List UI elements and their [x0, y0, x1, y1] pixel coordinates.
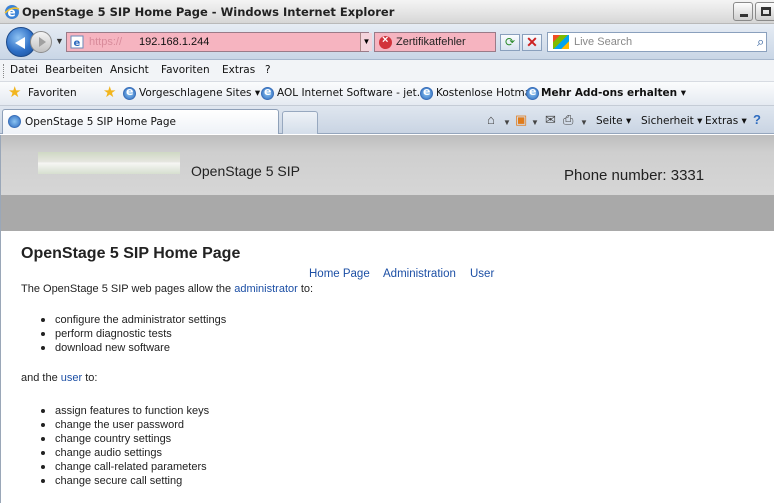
page-icon: e	[70, 35, 84, 49]
menu-file[interactable]: Datei	[10, 64, 38, 76]
print-dropdown-icon[interactable]: ▼	[580, 116, 595, 130]
admin-intro: The OpenStage 5 SIP web pages allow the …	[21, 283, 313, 295]
stop-button[interactable]: ✕	[522, 34, 542, 51]
list-item: download new software	[41, 341, 226, 355]
menu-bar: Datei Bearbeiten Ansicht Favoriten Extra…	[0, 60, 774, 82]
title-bar: e OpenStage 5 SIP Home Page - Windows In…	[0, 0, 774, 24]
live-search-icon	[553, 35, 569, 49]
mail-icon[interactable]: ✉	[545, 113, 560, 127]
address-host: 192.168.1.244	[139, 36, 210, 48]
site-logo	[38, 152, 180, 174]
toolbar-grip[interactable]	[3, 64, 5, 78]
site-navigation: Home Page Administration User	[1, 195, 774, 280]
list-item: change country settings	[41, 432, 209, 446]
feeds-dropdown-icon[interactable]: ▼	[531, 116, 546, 130]
safety-menu[interactable]: Sicherheit ▾	[641, 115, 702, 127]
menu-tools[interactable]: Extras	[222, 64, 255, 76]
admin-feature-list: configure the administrator settings per…	[41, 313, 226, 355]
aol-icon	[261, 85, 274, 100]
hotmail-link[interactable]: Kostenlose Hotmail	[436, 87, 537, 99]
nav-home-page[interactable]: Home Page	[309, 268, 370, 280]
page-menu[interactable]: Seite ▾	[596, 115, 631, 127]
addons-link[interactable]: Mehr Add-ons erhalten ▾	[541, 87, 686, 99]
minimize-icon	[740, 14, 748, 17]
list-item: perform diagnostic tests	[41, 327, 226, 341]
menu-favorites[interactable]: Favoriten	[161, 64, 210, 76]
nav-administration[interactable]: Administration	[383, 268, 456, 280]
menu-view[interactable]: Ansicht	[110, 64, 149, 76]
page-content: OpenStage 5 SIP Phone number: 3331 Home …	[0, 135, 774, 503]
favorites-star-icon: ★	[8, 84, 22, 101]
user-intro-suffix: to:	[82, 372, 98, 384]
tab-label: OpenStage 5 SIP Home Page	[25, 116, 176, 128]
hotmail-icon	[420, 85, 433, 100]
refresh-button[interactable]: ⟳	[500, 34, 520, 51]
phone-number: Phone number: 3331	[564, 167, 705, 184]
tab-bar: OpenStage 5 SIP Home Page ⌂ ▼ ▣ ▼ ✉ ⎙ ▼ …	[0, 106, 774, 134]
list-item: configure the administrator settings	[41, 313, 226, 327]
user-feature-list: assign features to function keys change …	[41, 404, 209, 488]
window-title: OpenStage 5 SIP Home Page - Windows Inte…	[22, 5, 395, 19]
ie-logo-icon: e	[4, 4, 20, 20]
maximize-icon	[761, 7, 771, 16]
forward-button[interactable]	[30, 31, 52, 53]
product-name: OpenStage 5 SIP	[191, 163, 300, 179]
addons-icon	[526, 85, 539, 100]
print-icon[interactable]: ⎙	[563, 113, 578, 127]
suggested-sites-link[interactable]: Vorgeschlagene Sites ▾	[139, 87, 260, 99]
home-icon[interactable]: ⌂	[487, 113, 502, 127]
list-item: change call-related parameters	[41, 460, 209, 474]
list-item: change the user password	[41, 418, 209, 432]
new-tab-button[interactable]	[282, 111, 318, 134]
administrator-link[interactable]: administrator	[234, 283, 298, 295]
feeds-icon[interactable]: ▣	[515, 113, 530, 127]
certificate-error-button[interactable]: Zertifikatfehler	[374, 32, 496, 52]
favorites-button[interactable]: Favoriten	[28, 87, 77, 99]
list-item: change secure call setting	[41, 474, 209, 488]
favorites-bar: ★ Favoriten ★ Vorgeschlagene Sites ▾ AOL…	[0, 82, 774, 106]
certificate-error-label: Zertifikatfehler	[396, 36, 466, 48]
address-dropdown-icon[interactable]: ▼	[360, 33, 372, 51]
tools-menu[interactable]: Extras ▾	[705, 115, 747, 127]
search-icon[interactable]: ⌕	[757, 34, 764, 50]
svg-text:e: e	[74, 38, 81, 49]
admin-intro-text: The OpenStage 5 SIP web pages allow the	[21, 283, 235, 295]
certificate-error-icon	[379, 34, 392, 49]
page-heading: OpenStage 5 SIP Home Page	[21, 245, 241, 262]
minimize-button[interactable]	[733, 2, 753, 21]
add-favorite-icon[interactable]: ★	[103, 85, 121, 101]
recent-pages-dropdown-icon[interactable]: ▼	[55, 36, 64, 46]
search-input[interactable]: Live Search	[547, 32, 767, 52]
list-item: assign features to function keys	[41, 404, 209, 418]
menu-help[interactable]: ?	[265, 64, 271, 76]
user-intro-text: and the	[21, 372, 61, 384]
address-protocol: https://	[89, 36, 123, 48]
user-intro: and the user to:	[21, 372, 97, 384]
search-placeholder: Live Search	[574, 36, 633, 48]
maximize-button[interactable]	[755, 2, 774, 21]
suggested-sites-icon	[123, 85, 136, 100]
menu-edit[interactable]: Bearbeiten	[45, 64, 103, 76]
navigation-bar: ▼ e https:// 192.168.1.244 ▼ Zertifikatf…	[0, 24, 774, 60]
admin-intro-suffix: to:	[297, 283, 314, 295]
site-header: OpenStage 5 SIP Phone number: 3331	[1, 135, 774, 195]
aol-link[interactable]: AOL Internet Software - jet...	[277, 87, 427, 99]
address-bar[interactable]: e https:// 192.168.1.244 ▼	[66, 32, 372, 52]
refresh-icon: ⟳	[504, 35, 516, 49]
tab-openstage-home[interactable]: OpenStage 5 SIP Home Page	[2, 109, 279, 134]
nav-user[interactable]: User	[470, 268, 494, 280]
tab-page-icon	[8, 115, 21, 128]
help-icon[interactable]: ?	[753, 113, 768, 127]
user-link[interactable]: user	[61, 372, 82, 384]
list-item: change audio settings	[41, 446, 209, 460]
stop-icon: ✕	[526, 34, 538, 50]
